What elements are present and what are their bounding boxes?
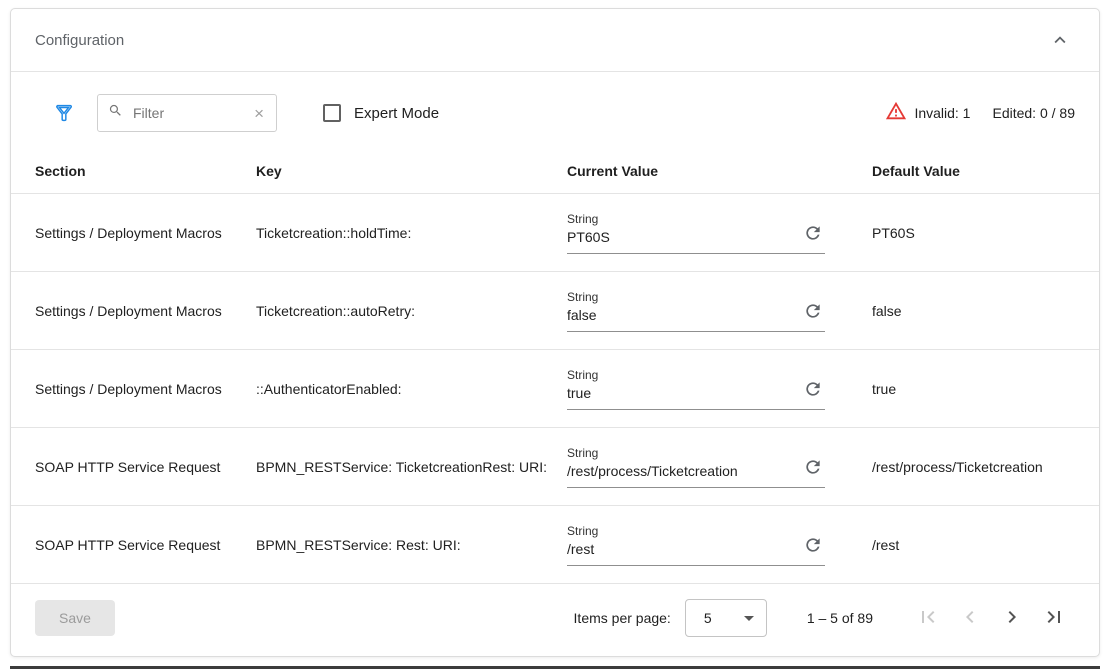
filter-toggle-button[interactable] [53, 102, 75, 124]
section-cell: Settings / Deployment Macros [35, 381, 256, 397]
table-row: Settings / Deployment Macros ::Authentic… [11, 350, 1099, 428]
value-type-label: String [567, 524, 789, 538]
refresh-icon [803, 465, 823, 480]
key-cell: BPMN_RESTService: TicketcreationRest: UR… [256, 459, 567, 475]
table-row: SOAP HTTP Service Request BPMN_RESTServi… [11, 428, 1099, 506]
chevron-right-icon [1000, 605, 1024, 632]
current-value-cell: String true [567, 368, 872, 410]
last-page-icon [1042, 605, 1066, 632]
key-cell: Ticketcreation::autoRetry: [256, 303, 567, 319]
key-cell: BPMN_RESTService: Rest: URI: [256, 537, 567, 553]
items-per-page-label: Items per page: [574, 610, 671, 626]
chevron-down-icon [744, 616, 754, 621]
current-value-cell: String /rest [567, 524, 872, 566]
current-value-input[interactable]: false [567, 307, 789, 323]
chevron-left-icon [958, 605, 982, 632]
next-section-edge [10, 666, 1100, 669]
default-value-cell: PT60S [872, 225, 1075, 241]
current-value-cell: String /rest/process/Ticketcreation [567, 446, 872, 488]
save-button[interactable]: Save [35, 600, 115, 636]
default-value-cell: true [872, 381, 1075, 397]
panel-footer: Save Items per page: 5 1 – 5 of 89 [11, 584, 1099, 656]
table-row: Settings / Deployment Macros Ticketcreat… [11, 272, 1099, 350]
column-header-default-value: Default Value [872, 163, 1075, 179]
value-type-label: String [567, 446, 789, 460]
table-body: Settings / Deployment Macros Ticketcreat… [11, 194, 1099, 584]
section-cell: SOAP HTTP Service Request [35, 537, 256, 553]
default-value-cell: /rest [872, 537, 1075, 553]
current-value-input[interactable]: PT60S [567, 229, 789, 245]
page-size-value: 5 [704, 610, 712, 626]
table-header: Section Key Current Value Default Value [11, 148, 1099, 194]
edited-count: Edited: 0 / 89 [992, 105, 1075, 121]
filter-field: × [97, 94, 277, 132]
reset-value-button[interactable] [803, 301, 823, 321]
page: Configuration × [0, 0, 1110, 671]
column-header-section: Section [35, 163, 256, 179]
expert-mode-checkbox[interactable] [323, 104, 341, 122]
filter-input[interactable] [131, 104, 252, 122]
current-value-field[interactable]: String false [567, 290, 825, 332]
close-icon: × [254, 104, 264, 123]
panel-title: Configuration [35, 32, 124, 49]
reset-value-button[interactable] [803, 457, 823, 477]
current-value-field[interactable]: String /rest/process/Ticketcreation [567, 446, 825, 488]
column-header-current-value: Current Value [567, 163, 872, 179]
last-page-button[interactable] [1033, 598, 1075, 638]
configuration-panel: Configuration × [10, 8, 1100, 657]
warning-icon [885, 100, 907, 127]
section-cell: Settings / Deployment Macros [35, 303, 256, 319]
current-value-cell: String false [567, 290, 872, 332]
section-cell: Settings / Deployment Macros [35, 225, 256, 241]
collapse-button[interactable] [1045, 25, 1075, 55]
table-row: SOAP HTTP Service Request BPMN_RESTServi… [11, 506, 1099, 584]
pagination-buttons [907, 598, 1075, 638]
value-type-label: String [567, 212, 789, 226]
filter-funnel-icon [53, 112, 75, 127]
key-cell: Ticketcreation::holdTime: [256, 225, 567, 241]
first-page-button[interactable] [907, 598, 949, 638]
page-size-select[interactable]: 5 [685, 599, 767, 637]
current-value-field[interactable]: String PT60S [567, 212, 825, 254]
reset-value-button[interactable] [803, 379, 823, 399]
table-row: Settings / Deployment Macros Ticketcreat… [11, 194, 1099, 272]
chevron-up-icon [1049, 39, 1071, 54]
default-value-cell: /rest/process/Ticketcreation [872, 459, 1075, 475]
toolbar: × Expert Mode Invalid: 1 Edited: 0 / 89 [11, 72, 1099, 148]
reset-value-button[interactable] [803, 223, 823, 243]
current-value-field[interactable]: String /rest [567, 524, 825, 566]
value-type-label: String [567, 368, 789, 382]
first-page-icon [916, 605, 940, 632]
default-value-cell: false [872, 303, 1075, 319]
refresh-icon [803, 231, 823, 246]
refresh-icon [803, 543, 823, 558]
current-value-input[interactable]: /rest [567, 541, 789, 557]
next-page-button[interactable] [991, 598, 1033, 638]
current-value-cell: String PT60S [567, 212, 872, 254]
invalid-count: Invalid: 1 [914, 105, 970, 121]
current-value-input[interactable]: true [567, 385, 789, 401]
key-cell: ::AuthenticatorEnabled: [256, 381, 567, 397]
section-cell: SOAP HTTP Service Request [35, 459, 256, 475]
status-area: Invalid: 1 Edited: 0 / 89 [885, 100, 1075, 127]
expert-mode-toggle[interactable]: Expert Mode [323, 104, 439, 122]
current-value-input[interactable]: /rest/process/Ticketcreation [567, 463, 789, 479]
current-value-field[interactable]: String true [567, 368, 825, 410]
reset-value-button[interactable] [803, 535, 823, 555]
expert-mode-label: Expert Mode [354, 105, 439, 122]
panel-header: Configuration [11, 9, 1099, 71]
column-header-key: Key [256, 163, 567, 179]
previous-page-button[interactable] [949, 598, 991, 638]
page-range-label: 1 – 5 of 89 [807, 610, 873, 626]
search-icon [108, 103, 123, 123]
paginator: Items per page: 5 1 – 5 of 89 [574, 598, 1075, 638]
value-type-label: String [567, 290, 789, 304]
clear-filter-button[interactable]: × [252, 105, 266, 122]
refresh-icon [803, 387, 823, 402]
refresh-icon [803, 309, 823, 324]
